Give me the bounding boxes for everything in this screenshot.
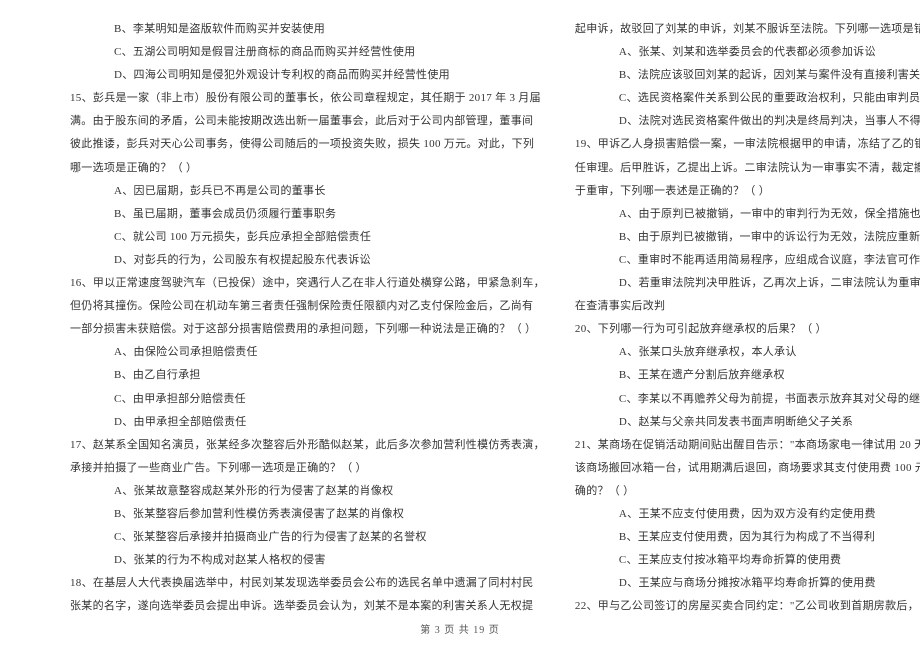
text-line: D、四海公司明知是侵犯外观设计专利权的商品而购买并经营性使用: [70, 64, 545, 87]
text-line: 17、赵某系全国知名演员，张某经多次整容后外形酷似赵某，此后多次参加营利性模仿秀…: [70, 434, 545, 457]
left-column: B、李某明知是盗版软件而购买并安装使用C、五湖公司明知是假冒注册商标的商品而购买…: [70, 18, 545, 618]
text-line: 满。由于股东间的矛盾，公司未能按期改选出新一届董事会，此后对于公司内部管理，董事…: [70, 110, 545, 133]
text-line: B、由乙自行承担: [70, 364, 545, 387]
text-line: 16、甲以正常速度驾驶汽车（已投保）途中，突遇行人乙在非人行道处横穿公路，甲紧急…: [70, 272, 545, 295]
text-line: C、由甲承担部分赔偿责任: [70, 388, 545, 411]
text-line: C、张某整容后承接并拍摄商业广告的行为侵害了赵某的名誉权: [70, 526, 545, 549]
text-line: C、王某应支付按冰箱平均寿命折算的使用费: [575, 549, 920, 572]
text-line: A、张某口头放弃继承权，本人承认: [575, 341, 920, 364]
text-line: D、法院对选民资格案件做出的判决是终局判决，当事人不得对此提起上诉: [575, 110, 920, 133]
text-line: 承接并拍摄了一些商业广告。下列哪一选项是正确的？（ ）: [70, 457, 545, 480]
text-line: B、法院应该驳回刘某的起诉，因刘某与案件没有直接利害关系: [575, 64, 920, 87]
text-line: C、重审时不能再适用简易程序，应组成合议庭，李法官可作为合议庭成员参加重审: [575, 249, 920, 272]
text-line: B、张某整容后参加营利性模仿秀表演侵害了赵某的肖像权: [70, 503, 545, 526]
text-line: A、王某不应支付使用费，因为双方没有约定使用费: [575, 503, 920, 526]
text-line: D、张某的行为不构成对赵某人格权的侵害: [70, 549, 545, 572]
text-line: 15、彭兵是一家（非上市）股份有限公司的董事长，依公司章程规定，其任期于 201…: [70, 87, 545, 110]
text-line: 19、甲诉乙人身损害赔偿一案，一审法院根据甲的申请，冻结了乙的银行账户，并由李法…: [575, 133, 920, 156]
text-line: 确的？（ ）: [575, 480, 920, 503]
page-footer: 第 3 页 共 19 页: [0, 621, 920, 636]
text-line: D、王某应与商场分摊按冰箱平均寿命折算的使用费: [575, 572, 920, 595]
text-line: 18、在基层人大代表换届选举中，村民刘某发现选举委员会公布的选民名单中遗漏了同村…: [70, 572, 545, 595]
text-line: 20、下列哪一行为可引起放弃继承权的后果？（ ）: [575, 318, 920, 341]
text-line: 哪一选项是正确的？（ ）: [70, 157, 545, 180]
text-line: 但仍将其撞伤。保险公司在机动车第三者责任强制保险责任限额内对乙支付保险金后，乙尚…: [70, 295, 545, 318]
text-line: 张某的名字，遂向选举委员会提出申诉。选举委员会认为，刘某不是本案的利害关系人无权…: [70, 595, 545, 618]
text-line: D、由甲承担全部赔偿责任: [70, 411, 545, 434]
text-line: A、张某故意整容成赵某外形的行为侵害了赵某的肖像权: [70, 480, 545, 503]
text-line: D、若重审法院判决甲胜诉，乙再次上诉，二审法院认为重审认定的事实依然错误，则只能: [575, 272, 920, 295]
right-column: 起申诉，故驳回了刘某的申诉，刘某不服诉至法院。下列哪一选项是错误的？（ ）A、张…: [575, 18, 920, 618]
text-line: B、王某在遗产分割后放弃继承权: [575, 364, 920, 387]
text-line: B、由于原判已被撤销，一审中的诉讼行为无效，法院应重新指定举证时限: [575, 226, 920, 249]
exam-page: B、李某明知是盗版软件而购买并安装使用C、五湖公司明知是假冒注册商标的商品而购买…: [0, 0, 920, 618]
text-line: A、张某、刘某和选举委员会的代表都必须参加诉讼: [575, 41, 920, 64]
text-line: 该商场搬回冰箱一台，试用期满后退回，商场要求其支付使用费 100 元。下列哪一种…: [575, 457, 920, 480]
text-line: C、选民资格案件关系到公民的重要政治权利，只能由审判员组成合议庭进行审理: [575, 87, 920, 110]
text-line: C、就公司 100 万元损失，彭兵应承担全部赔偿责任: [70, 226, 545, 249]
text-line: 起申诉，故驳回了刘某的申诉，刘某不服诉至法院。下列哪一选项是错误的？（ ）: [575, 18, 920, 41]
text-line: 一部分损害未获赔偿。对于这部分损害赔偿费用的承担问题，下列哪一种说法是正确的？（…: [70, 318, 545, 341]
text-line: A、因已届期，彭兵已不再是公司的董事长: [70, 180, 545, 203]
text-line: D、赵某与父亲共同发表书面声明断绝父子关系: [575, 411, 920, 434]
text-line: A、由保险公司承担赔偿责任: [70, 341, 545, 364]
text-line: C、五湖公司明知是假冒注册商标的商品而购买并经营性使用: [70, 41, 545, 64]
text-line: 彼此推诿，彭兵对天心公司事务，使得公司随后的一项投资失败，损失 100 万元。对…: [70, 133, 545, 156]
text-line: A、由于原判已被撤销，一审中的审判行为无效，保全措施也应解除: [575, 203, 920, 226]
text-line: 22、甲与乙公司签订的房屋买卖合同约定："乙公司收到首期房款后，向甲交付房屋和房…: [575, 595, 920, 618]
text-line: B、李某明知是盗版软件而购买并安装使用: [70, 18, 545, 41]
text-line: 于重审，下列哪一表述是正确的？（ ）: [575, 180, 920, 203]
text-line: B、王某应支付使用费，因为其行为构成了不当得利: [575, 526, 920, 549]
text-line: C、李某以不再赡养父母为前提，书面表示放弃其对父母的继承权: [575, 388, 920, 411]
text-line: D、对彭兵的行为，公司股东有权提起股东代表诉讼: [70, 249, 545, 272]
text-line: 任审理。后甲胜诉，乙提出上诉。二审法院认为一审事实不清，裁定撤销原判，发回重审。…: [575, 157, 920, 180]
text-line: B、虽已届期，董事会成员仍须履行董事职务: [70, 203, 545, 226]
text-line: 21、某商场在促销活动期间贴出醒目告示："本商场家电一律试用 20 天，满意者付…: [575, 434, 920, 457]
text-line: 在查清事实后改判: [575, 295, 920, 318]
